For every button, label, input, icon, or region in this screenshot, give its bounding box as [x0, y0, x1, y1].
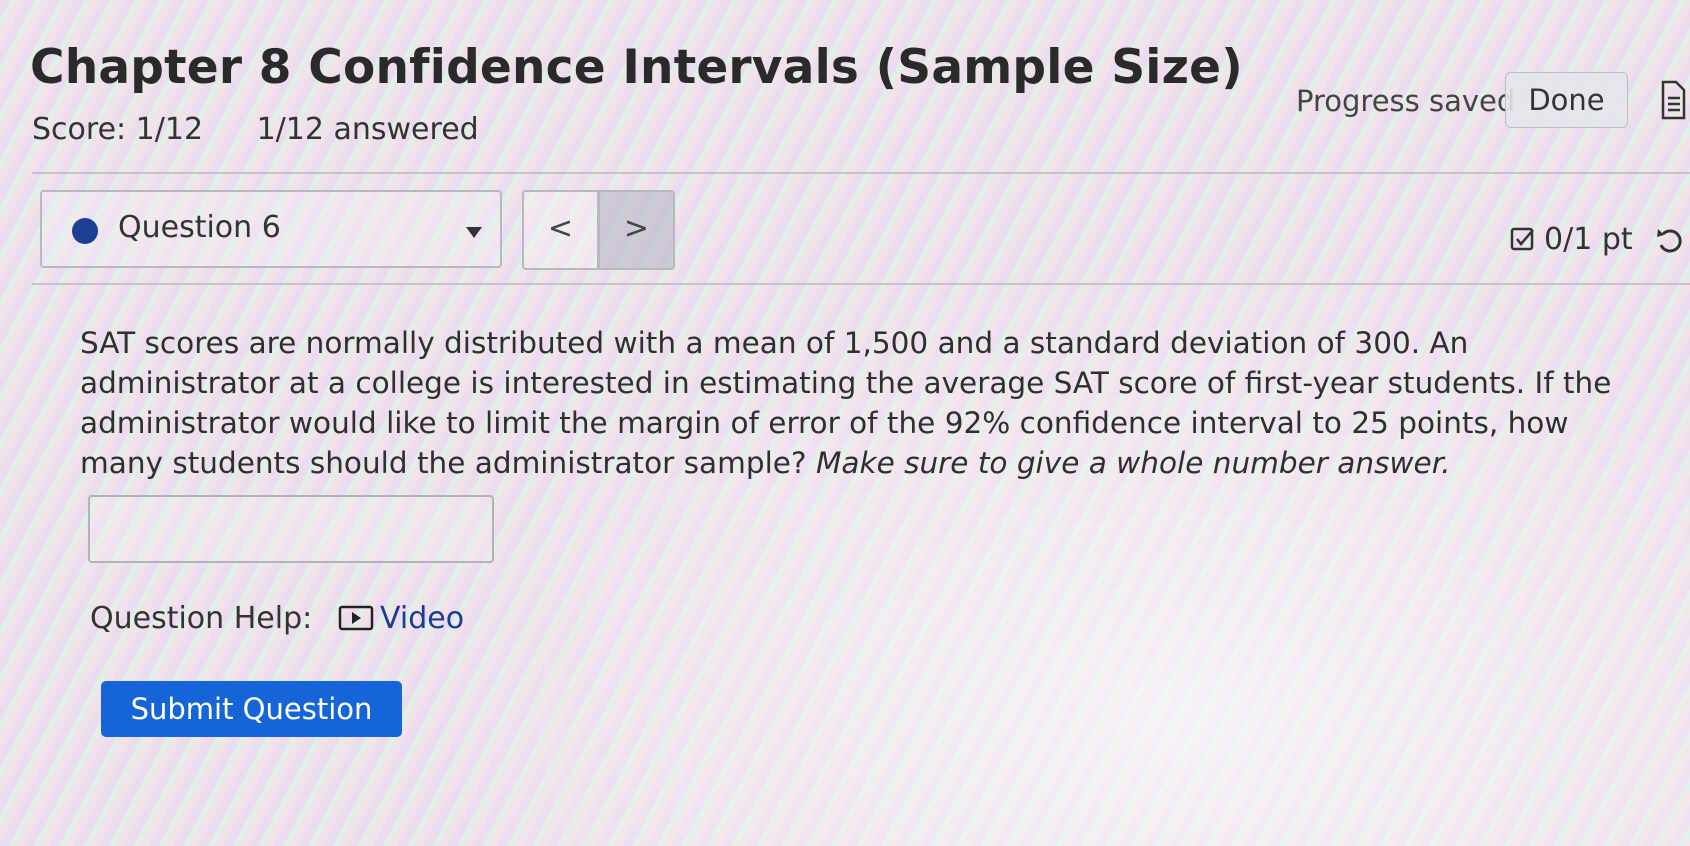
question-divider	[32, 283, 1690, 285]
question-text: SAT scores are normally distributed with…	[80, 323, 1640, 483]
page-title: Chapter 8 Confidence Intervals (Sample S…	[30, 40, 1243, 95]
retry-icon[interactable]	[1654, 225, 1686, 257]
score-summary: Score: 1/12 1/12 answered	[32, 112, 479, 147]
status-dot	[72, 218, 98, 244]
submit-question-button[interactable]: Submit Question	[101, 681, 402, 737]
previous-question-button[interactable]: <	[522, 190, 599, 270]
points-text: 0/1 pt	[1544, 222, 1633, 257]
question-instruction: Make sure to give a whole number answer.	[815, 446, 1451, 480]
chevron-left-icon: <	[547, 211, 574, 246]
answered-count: 1/12 answered	[256, 112, 479, 147]
video-link-label: Video	[380, 601, 465, 636]
chevron-right-icon: >	[623, 211, 650, 246]
caret-down-icon	[466, 227, 482, 238]
done-button[interactable]: Done	[1505, 72, 1628, 128]
next-question-button[interactable]: >	[598, 190, 675, 270]
answer-input[interactable]	[88, 495, 494, 563]
document-icon[interactable]	[1660, 80, 1686, 120]
question-selector-label: Question 6	[118, 210, 281, 245]
play-icon	[338, 605, 374, 631]
video-help-link[interactable]: Video	[338, 601, 464, 636]
question-selector[interactable]: Question 6	[40, 190, 502, 268]
score-text: Score: 1/12	[32, 112, 204, 147]
header-divider	[32, 172, 1690, 174]
question-help-label: Question Help:	[90, 601, 313, 636]
points-indicator: 0/1 pt	[1510, 222, 1633, 257]
checkbox-icon	[1510, 227, 1534, 251]
progress-saved-status: Progress saved	[1296, 84, 1516, 118]
